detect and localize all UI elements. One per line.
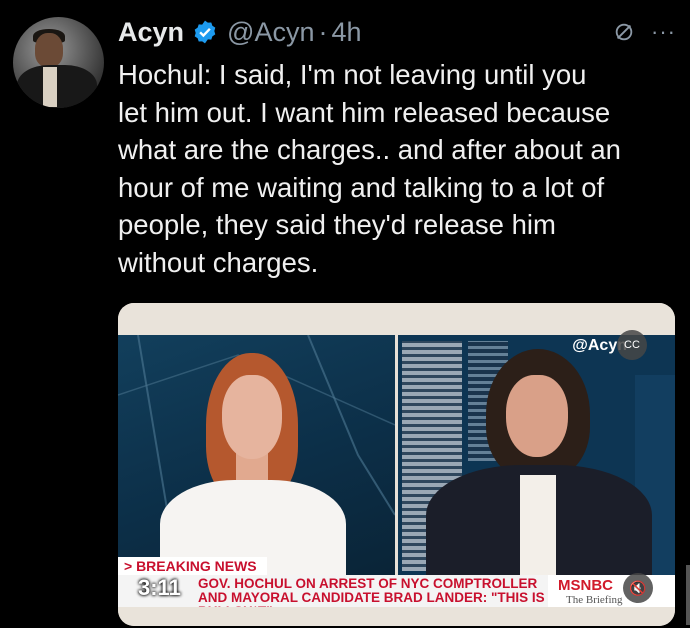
- video-panel-guest: [398, 335, 675, 575]
- guest-face: [506, 375, 568, 457]
- scrollbar[interactable]: [686, 565, 690, 625]
- show-name: The Briefing: [566, 594, 623, 606]
- verified-badge-icon: [194, 20, 216, 44]
- breaking-news-label: > BREAKING NEWS: [118, 557, 267, 575]
- video-letterbox-top: [118, 303, 675, 335]
- grok-icon[interactable]: [613, 21, 635, 43]
- chyron-line-1: GOV. HOCHUL ON ARREST OF NYC COMPTROLLER: [198, 576, 538, 591]
- author-name[interactable]: Acyn: [118, 17, 184, 48]
- tweet-text: Hochul: I said, I'm not leaving until yo…: [118, 59, 621, 278]
- msnbc-logo: MSNBC: [558, 577, 613, 594]
- captions-icon[interactable]: CC: [617, 330, 647, 360]
- video-timer: 3:11: [138, 575, 181, 600]
- video-panel-host: [118, 335, 395, 575]
- mute-icon[interactable]: 🔇: [623, 573, 653, 603]
- host-face: [222, 375, 282, 459]
- tweet-header: Acyn @Acyn · 4h ···: [118, 12, 676, 52]
- more-options-icon[interactable]: ···: [651, 19, 676, 45]
- separator-dot: ·: [318, 16, 328, 47]
- video-player[interactable]: @Acyn CC > BREAKING NEWS GOV. HOCHUL ON …: [118, 303, 675, 626]
- post-time[interactable]: 4h: [331, 17, 361, 48]
- news-chyron: GOV. HOCHUL ON ARREST OF NYC COMPTROLLER…: [118, 575, 548, 619]
- network-branding: MSNBC The Briefing: [548, 575, 675, 607]
- guest-blouse: [520, 475, 556, 575]
- author-handle[interactable]: @Acyn: [227, 17, 314, 48]
- video-letterbox-bottom: [118, 607, 675, 626]
- author-avatar[interactable]: [13, 17, 104, 108]
